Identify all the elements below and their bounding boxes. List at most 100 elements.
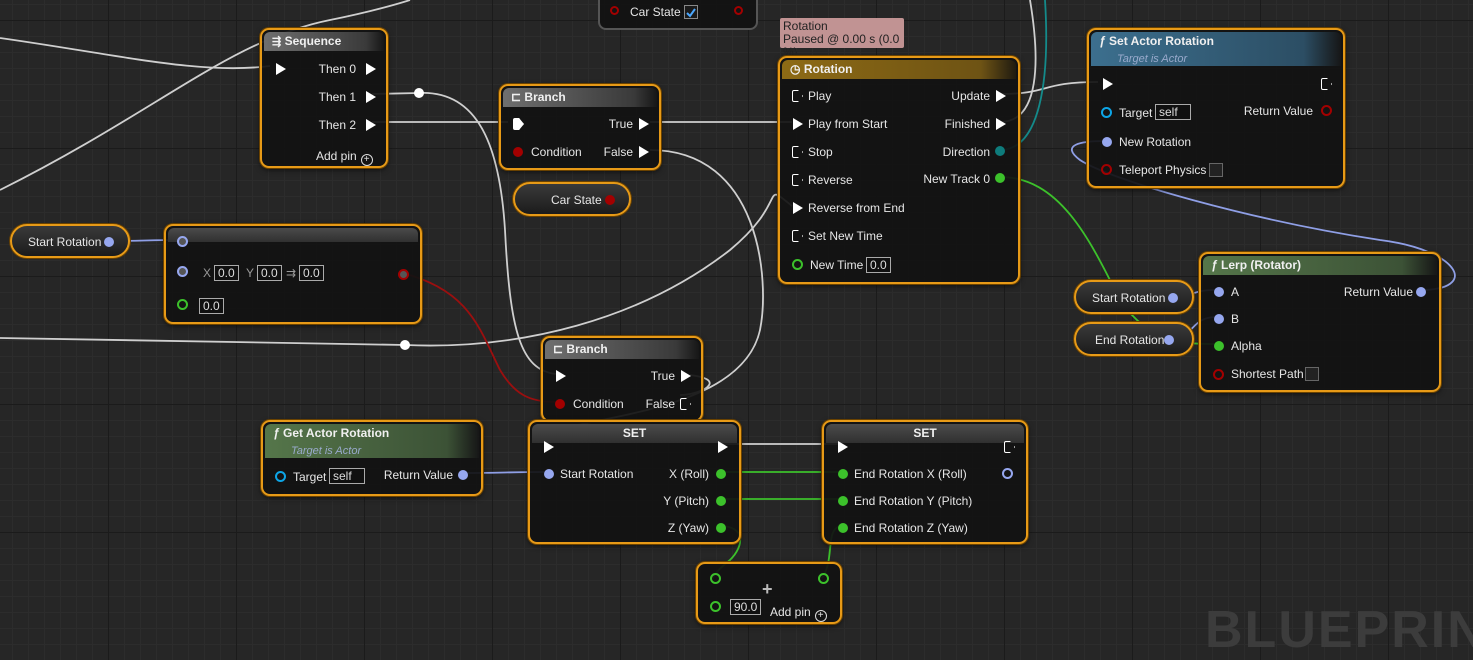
false-pin[interactable] <box>680 398 691 410</box>
shortest-path-pin[interactable] <box>1213 369 1224 380</box>
z-yaw-pin[interactable] <box>716 523 726 533</box>
add-pin-button[interactable]: Add pin + <box>316 149 373 166</box>
start-rotation-variable-2[interactable]: Start Rotation <box>1074 280 1194 314</box>
add-float-node[interactable]: + 90.0 Add pin + <box>696 562 842 624</box>
target-input[interactable]: self <box>329 468 365 484</box>
condition-pin[interactable] <box>513 147 523 157</box>
exec-in-pin[interactable] <box>544 441 554 453</box>
float-out-pin[interactable] <box>818 573 829 584</box>
bool-pin-in[interactable] <box>610 6 619 15</box>
exec-out-pin[interactable] <box>718 441 728 453</box>
new-time-input[interactable]: 0.0 <box>866 257 891 273</box>
lerp-rotator-node[interactable]: ƒ Lerp (Rotator) A Return Value B Alpha … <box>1199 252 1441 392</box>
branch-header[interactable]: ⊏ Branch <box>503 88 657 107</box>
z-icon: ⇉ <box>286 266 297 280</box>
new-track-pin[interactable] <box>995 173 1005 183</box>
target-label: Target <box>293 470 327 484</box>
exec-in-pin[interactable] <box>513 118 524 130</box>
get-actor-rotation-node[interactable]: ƒ Get Actor Rotation Target is Actor Tar… <box>261 420 483 496</box>
set-start-rotation-node[interactable]: SET Start Rotation X (Roll) Y (Pitch) Z … <box>528 420 741 544</box>
shortest-path-checkbox[interactable] <box>1305 367 1319 381</box>
float-in-pin-a[interactable] <box>710 573 721 584</box>
return-value-pin[interactable] <box>458 470 468 480</box>
teleport-checkbox[interactable] <box>1209 163 1223 177</box>
b-pin[interactable] <box>1214 314 1224 324</box>
then-2-pin[interactable] <box>366 119 376 131</box>
y-input[interactable]: 0.0 <box>257 265 282 281</box>
float-in-pin[interactable] <box>177 299 188 310</box>
a-pin[interactable] <box>1214 287 1224 297</box>
rotator-out-pin[interactable] <box>1002 468 1013 479</box>
end-rotation-z-pin[interactable] <box>838 523 848 533</box>
teleport-pin[interactable] <box>1101 164 1112 175</box>
bool-out-pin[interactable] <box>605 195 615 205</box>
car-state-checkbox[interactable] <box>684 5 698 19</box>
return-value-pin[interactable] <box>1321 105 1332 116</box>
play-from-start-label: Play from Start <box>808 117 888 131</box>
alpha-pin[interactable] <box>1214 341 1224 351</box>
start-rotation-in-pin[interactable] <box>544 469 554 479</box>
bool-out-pin[interactable] <box>398 269 409 280</box>
then-0-pin[interactable] <box>366 63 376 75</box>
new-rotation-pin[interactable] <box>1102 137 1112 147</box>
rotator-out-pin[interactable] <box>1164 335 1174 345</box>
bool-pin-out[interactable] <box>734 6 743 15</box>
lerp-header[interactable]: ƒ Lerp (Rotator) <box>1203 256 1437 275</box>
true-pin[interactable] <box>639 118 649 130</box>
top-partial-node[interactable]: Car State <box>598 0 758 30</box>
end-rotation-x-pin[interactable] <box>838 469 848 479</box>
z-input[interactable]: 0.0 <box>299 265 324 281</box>
rotator-in-pin[interactable] <box>177 236 188 247</box>
direction-pin[interactable] <box>995 146 1005 156</box>
target-pin[interactable] <box>275 471 286 482</box>
add-pin-button[interactable]: Add pin + <box>770 605 827 622</box>
true-pin[interactable] <box>681 370 691 382</box>
play-pin[interactable] <box>792 90 803 102</box>
stop-pin[interactable] <box>792 146 803 158</box>
float-in-pin-b[interactable] <box>710 601 721 612</box>
new-time-pin[interactable] <box>792 259 803 270</box>
false-pin[interactable] <box>639 146 649 158</box>
branch-node-1[interactable]: ⊏ Branch True Condition False <box>499 84 661 170</box>
rotator-node[interactable]: X 0.0 Y 0.0 ⇉ 0.0 0.0 <box>164 224 422 324</box>
set-end-rotation-node[interactable]: SET End Rotation X (Roll) End Rotation Y… <box>822 420 1028 544</box>
start-rotation-variable[interactable]: Start Rotation <box>10 224 130 258</box>
end-rotation-variable[interactable]: End Rotation <box>1074 322 1194 356</box>
set-actor-rotation-node[interactable]: ƒ Set Actor Rotation Target is Actor Tar… <box>1087 28 1345 188</box>
update-pin[interactable] <box>996 90 1006 102</box>
float-input[interactable]: 0.0 <box>199 298 224 314</box>
target-pin[interactable] <box>1101 107 1112 118</box>
set-actor-rotation-header[interactable]: ƒ Set Actor Rotation Target is Actor <box>1091 32 1341 66</box>
exec-in-pin[interactable] <box>1103 78 1113 90</box>
end-rotation-y-pin[interactable] <box>838 496 848 506</box>
float-b-input[interactable]: 90.0 <box>730 599 762 615</box>
exec-in-pin[interactable] <box>276 63 286 75</box>
get-actor-rotation-header[interactable]: ƒ Get Actor Rotation Target is Actor <box>265 424 479 458</box>
timeline-header[interactable]: ◷ Rotation <box>782 60 1016 79</box>
then-1-pin[interactable] <box>366 91 376 103</box>
exec-in-pin[interactable] <box>838 441 848 453</box>
y-pitch-pin[interactable] <box>716 496 726 506</box>
branch-header[interactable]: ⊏ Branch <box>545 340 699 359</box>
finished-pin[interactable] <box>996 118 1006 130</box>
play-from-start-pin[interactable] <box>793 118 803 130</box>
return-value-pin[interactable] <box>1416 287 1426 297</box>
exec-in-pin[interactable] <box>556 370 566 382</box>
reverse-pin[interactable] <box>792 174 803 186</box>
timeline-node[interactable]: ◷ Rotation Play Play from Start Stop Rev… <box>778 56 1020 284</box>
set-new-time-pin[interactable] <box>792 230 803 242</box>
x-roll-pin[interactable] <box>716 469 726 479</box>
reverse-from-end-pin[interactable] <box>793 202 803 214</box>
x-input[interactable]: 0.0 <box>214 265 239 281</box>
target-input[interactable]: self <box>1155 104 1191 120</box>
exec-out-pin[interactable] <box>1321 78 1332 90</box>
rotator-out-pin[interactable] <box>104 237 114 247</box>
branch-node-2[interactable]: ⊏ Branch True Condition False <box>541 336 703 422</box>
x-roll-label: X (Roll) <box>668 467 709 481</box>
rotator-out-pin[interactable] <box>1168 293 1178 303</box>
sequence-header[interactable]: ⇶ Sequence <box>264 32 384 51</box>
sequence-node[interactable]: ⇶ Sequence Then 0 Then 1 Then 2 Add pin + <box>260 28 388 168</box>
condition-pin[interactable] <box>555 399 565 409</box>
rotator-in-pin-2[interactable] <box>177 266 188 277</box>
car-state-variable[interactable]: Car State <box>513 182 631 216</box>
